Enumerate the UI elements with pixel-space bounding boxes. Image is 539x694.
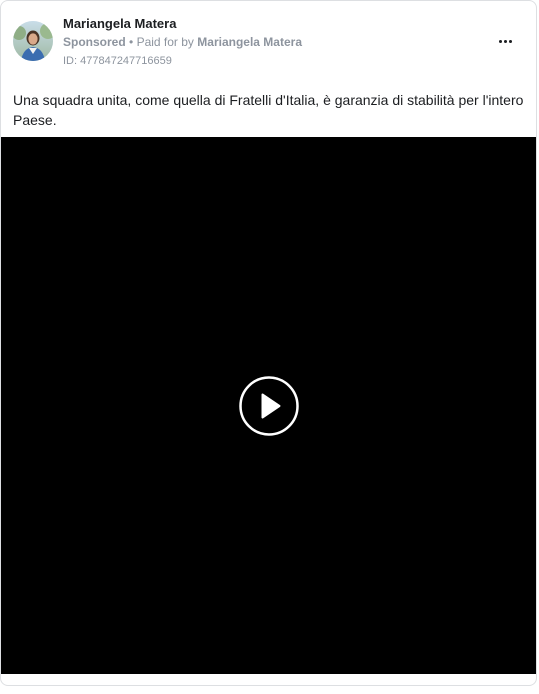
play-button[interactable] — [239, 376, 299, 436]
play-icon — [239, 376, 299, 436]
post-meta: Mariangela Matera Sponsored • Paid for b… — [63, 15, 302, 70]
separator: • — [129, 35, 134, 49]
ad-card: Mariangela Matera Sponsored • Paid for b… — [0, 0, 537, 686]
paid-for-prefix: Paid for by — [136, 35, 194, 49]
more-horizontal-icon — [498, 39, 513, 43]
ad-id: ID: 477847247716659 — [63, 55, 172, 67]
video-player[interactable] — [1, 137, 536, 674]
more-options-button[interactable] — [492, 31, 518, 51]
author-name[interactable]: Mariangela Matera — [63, 15, 302, 33]
avatar[interactable] — [13, 21, 53, 61]
sponsored-label: Sponsored — [63, 35, 126, 49]
paid-for-name[interactable]: Mariangela Matera — [197, 35, 302, 49]
sponsor-line: Sponsored • Paid for by Mariangela Mater… — [63, 33, 302, 51]
post-text: Una squadra unita, come quella di Fratel… — [13, 92, 524, 128]
avatar-image — [13, 21, 53, 61]
post-header: Mariangela Matera Sponsored • Paid for b… — [13, 15, 524, 73]
